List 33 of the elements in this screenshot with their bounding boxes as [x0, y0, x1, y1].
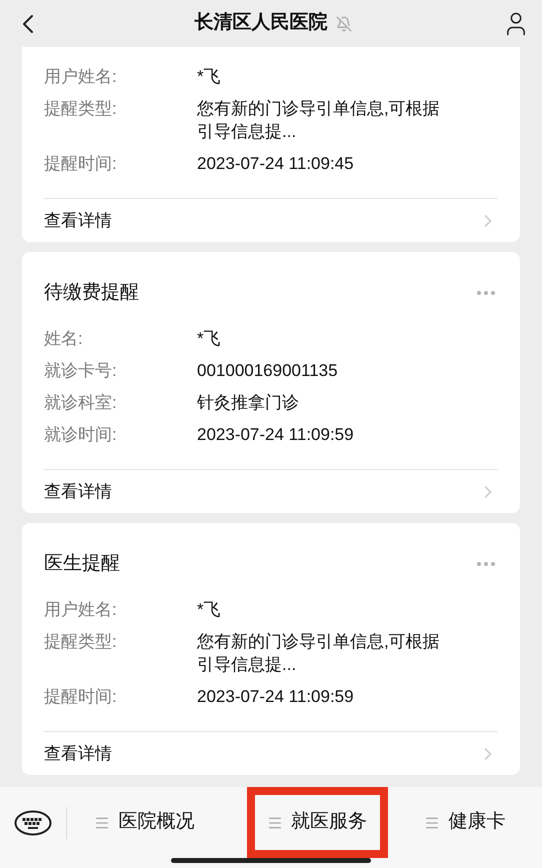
menu-tab[interactable]: 健康卡	[388, 787, 542, 858]
field-value: 2023-07-24 11:09:45	[197, 153, 354, 175]
field-label: 就诊卡号:	[44, 360, 118, 382]
field-value: 针灸推拿门诊	[197, 392, 299, 414]
field-value: *飞	[197, 328, 221, 350]
details-link[interactable]: 查看详情	[44, 740, 112, 766]
field-label: 就诊时间:	[44, 424, 118, 446]
field-label: 就诊科室:	[44, 392, 118, 414]
field-label: 提醒时间:	[44, 686, 118, 708]
field-label: 提醒类型:	[44, 98, 118, 120]
details-link[interactable]: 查看详情	[44, 208, 112, 234]
field-value: *飞	[197, 66, 221, 88]
card-title: 医生提醒	[44, 552, 120, 576]
field-label: 提醒类型:	[44, 631, 118, 653]
field-label: 提醒时间:	[44, 153, 118, 175]
field-value: 2023-07-24 11:09:59	[197, 686, 354, 708]
keyboard-icon[interactable]	[14, 810, 52, 836]
field-label: 用户姓名:	[44, 599, 118, 621]
menu-tab[interactable]: 医院概况	[67, 787, 222, 858]
details-link[interactable]: 查看详情	[44, 478, 112, 504]
menu-icon	[267, 814, 283, 830]
field-label: 姓名:	[44, 328, 84, 350]
field-label: 用户姓名:	[44, 66, 118, 88]
menu-icon	[94, 814, 110, 830]
field-value: *飞	[197, 599, 221, 621]
card-title: 待缴费提醒	[44, 281, 139, 305]
menu-icon	[424, 814, 440, 830]
field-value: 2023-07-24 11:09:59	[197, 424, 354, 446]
field-value: 您有新的门诊导引单信息,可根据引导信息提...	[197, 98, 441, 143]
field-value: 您有新的门诊导引单信息,可根据引导信息提...	[197, 631, 441, 676]
menu-tab[interactable]: 就医服务	[246, 787, 388, 858]
field-value: 001000169001135	[197, 360, 338, 382]
page-title: 长清区人民医院	[194, 10, 328, 36]
